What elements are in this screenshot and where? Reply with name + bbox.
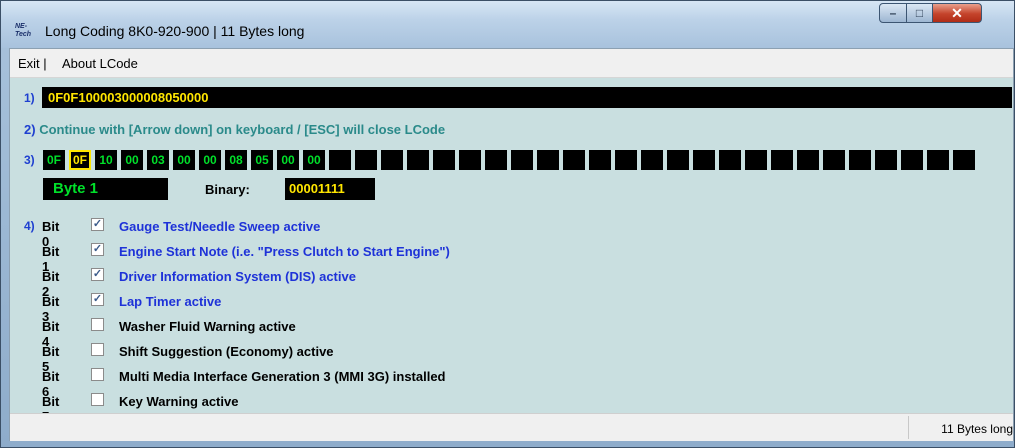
menu-bar: Exit | About LCode [10, 49, 1013, 78]
instruction-label: Continue with [Arrow down] on keyboard /… [39, 122, 446, 137]
byte-cell[interactable]: 10 [95, 150, 117, 170]
binary-value: 00001111 [285, 178, 375, 200]
bit-description[interactable]: Driver Information System (DIS) active [119, 269, 356, 284]
bit-description[interactable]: Shift Suggestion (Economy) active [119, 344, 334, 359]
bit-checkbox[interactable]: ✓ [91, 268, 104, 281]
bit-checkbox[interactable] [91, 343, 104, 356]
empty-byte-cell [329, 150, 351, 170]
empty-byte-cell [719, 150, 741, 170]
byte-cell[interactable]: 00 [173, 150, 195, 170]
bit-description[interactable]: Gauge Test/Needle Sweep active [119, 219, 320, 234]
byte-cell[interactable]: 05 [251, 150, 273, 170]
bit-description[interactable]: Multi Media Interface Generation 3 (MMI … [119, 369, 446, 384]
close-button[interactable]: ✕ [932, 3, 982, 23]
lcode-window: NE- Tech Long Coding 8K0-920-900 | 11 Byt… [0, 0, 1015, 448]
status-bar: 11 Bytes long [10, 413, 1013, 441]
byte-strip: 0F 0F 10 00 03 00 00 08 05 00 00 [43, 150, 1015, 170]
empty-byte-cell [433, 150, 455, 170]
menu-about[interactable]: About LCode [62, 56, 138, 71]
menu-exit[interactable]: Exit | [18, 56, 47, 71]
empty-byte-cell [849, 150, 871, 170]
byte-cell[interactable]: 08 [225, 150, 247, 170]
byte-cell[interactable]: 0F [43, 150, 65, 170]
empty-byte-cell [563, 150, 585, 170]
bit-description[interactable]: Washer Fluid Warning active [119, 319, 296, 334]
bit-checkbox[interactable]: ✓ [91, 243, 104, 256]
empty-byte-cell [953, 150, 975, 170]
step-1-label: 1) [24, 91, 35, 105]
empty-byte-cell [823, 150, 845, 170]
binary-label: Binary: [205, 182, 250, 197]
empty-byte-cell [381, 150, 403, 170]
empty-byte-cell [901, 150, 923, 170]
coding-string-field[interactable]: 0F0F100003000008050000 [42, 87, 1012, 108]
app-icon: NE- Tech [15, 23, 32, 38]
empty-byte-cell [485, 150, 507, 170]
empty-byte-cell [407, 150, 429, 170]
byte-label: Byte 1 [43, 178, 168, 200]
empty-byte-cell [615, 150, 637, 170]
bit-checkbox[interactable]: ✓ [91, 218, 104, 231]
bit-description[interactable]: Key Warning active [119, 394, 238, 409]
status-separator [908, 416, 909, 439]
bit-checkbox[interactable]: ✓ [91, 293, 104, 306]
maximize-button[interactable]: □ [906, 3, 933, 23]
empty-byte-cell [875, 150, 897, 170]
byte-cell[interactable]: 00 [303, 150, 325, 170]
status-text: 11 Bytes long [941, 422, 1013, 436]
bit-description[interactable]: Engine Start Note (i.e. "Press Clutch to… [119, 244, 450, 259]
byte-cell[interactable]: 0F [69, 150, 91, 170]
empty-byte-cell [927, 150, 949, 170]
byte-cell[interactable]: 03 [147, 150, 169, 170]
empty-byte-cell [797, 150, 819, 170]
bit-description[interactable]: Lap Timer active [119, 294, 221, 309]
empty-byte-cell [771, 150, 793, 170]
minimize-button[interactable]: – [879, 3, 907, 23]
byte-cell[interactable]: 00 [277, 150, 299, 170]
client-area: Exit | About LCode 1) 0F0F10000300000805… [9, 48, 1014, 441]
bit-checkbox[interactable] [91, 318, 104, 331]
step-2-label: 2) [24, 122, 36, 137]
window-title: Long Coding 8K0-920-900 | 11 Bytes long [45, 23, 305, 39]
bit-checkbox[interactable] [91, 393, 104, 406]
byte-cell[interactable]: 00 [121, 150, 143, 170]
empty-byte-cell [355, 150, 377, 170]
bit-checkbox[interactable] [91, 368, 104, 381]
empty-byte-cell [693, 150, 715, 170]
empty-byte-cell [459, 150, 481, 170]
empty-byte-cell [511, 150, 533, 170]
empty-byte-cell [589, 150, 611, 170]
empty-byte-cell [745, 150, 767, 170]
empty-byte-cell [667, 150, 689, 170]
title-bar[interactable]: NE- Tech Long Coding 8K0-920-900 | 11 Byt… [1, 1, 1014, 48]
instruction-text: 2) Continue with [Arrow down] on keyboar… [24, 122, 445, 137]
empty-byte-cell [537, 150, 559, 170]
empty-byte-cell [641, 150, 663, 170]
step-4-label: 4) [24, 219, 35, 233]
byte-cell[interactable]: 00 [199, 150, 221, 170]
step-3-label: 3) [24, 153, 35, 167]
